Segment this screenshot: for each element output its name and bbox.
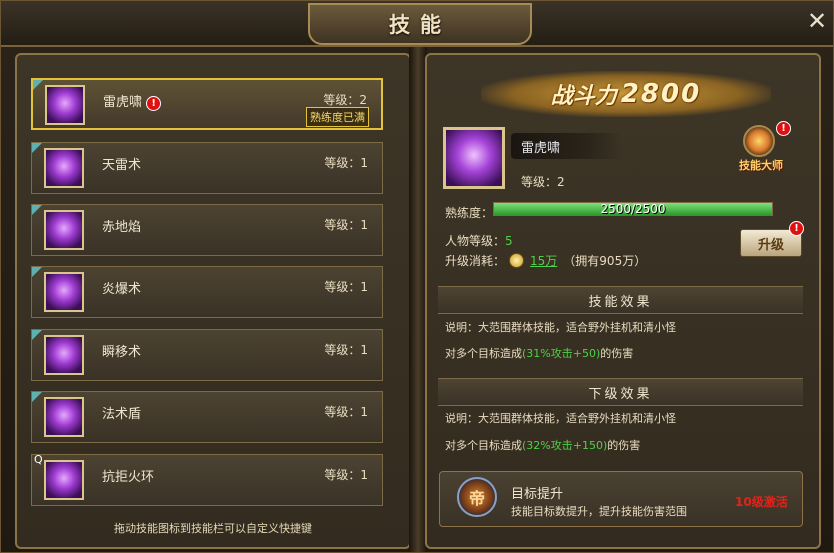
skill-master-icon	[743, 125, 775, 157]
next-effect-desc: 说明：大范围群体技能，适合野外挂机和清小怪	[445, 412, 676, 425]
current-effect-damage: 对多个目标造成(31%攻击+50)的伤害	[445, 347, 634, 360]
corner-marker	[32, 143, 42, 153]
skill-name: 瞬移术	[102, 345, 142, 360]
window-title: 技能	[389, 13, 451, 37]
corner-marker	[32, 392, 42, 402]
selected-skill-level: 等级：2	[521, 175, 565, 189]
skill-level: 等级：1	[324, 156, 368, 170]
close-button[interactable]: ✕	[803, 7, 831, 35]
proficiency-value: 2500/2500	[600, 202, 666, 216]
selected-skill-icon	[443, 127, 505, 189]
close-icon: ✕	[806, 7, 828, 35]
current-effect-header: 技能效果	[438, 286, 803, 314]
skill-master-button[interactable]: 技能大师 !	[727, 121, 795, 175]
combat-power-value: 2800	[620, 79, 702, 109]
skill-level: 等级：1	[324, 280, 368, 294]
character-level: 人物等级：5	[445, 234, 513, 248]
selected-skill-name: 雷虎啸	[521, 141, 561, 156]
skill-item-tian-lei-shu[interactable]: 天雷术 等级：1	[31, 142, 383, 194]
hotkey-label: Q	[34, 453, 43, 466]
skill-name: 雷虎啸 !	[103, 91, 162, 111]
skill-master-label: 技能大师	[739, 159, 783, 172]
next-effect-header: 下级效果	[438, 378, 803, 406]
corner-marker	[33, 80, 43, 90]
skill-name: 抗拒火环	[102, 470, 155, 485]
skill-name: 天雷术	[102, 158, 142, 173]
alert-icon: !	[789, 221, 804, 236]
target-upgrade-desc: 技能目标数提升，提升技能伤害范围	[511, 505, 687, 518]
lightning-skill-icon[interactable]	[44, 148, 84, 188]
skill-item-lei-hu-xiao[interactable]: 雷虎啸 ! 等级：2 熟练度已满	[31, 78, 383, 130]
ground-flame-skill-icon[interactable]	[44, 210, 84, 250]
combat-power-label: 战斗力	[550, 84, 617, 109]
skill-name: 法术盾	[102, 407, 142, 422]
proficiency-maxed-badge: 熟练度已满	[306, 107, 369, 127]
corner-marker	[32, 330, 42, 340]
upgrade-cost: 升级消耗： 15万 （拥有905万）	[445, 253, 647, 268]
skill-name: 炎爆术	[102, 282, 142, 297]
skill-item-fa-shu-dun[interactable]: 法术盾 等级：1	[31, 391, 383, 443]
explosion-skill-icon[interactable]	[44, 272, 84, 312]
target-upgrade-requirement: 10级激活	[735, 495, 788, 509]
drag-hint: 拖动技能图标到技能栏可以自定义快捷键	[114, 522, 312, 535]
skill-item-shun-yi-shu[interactable]: 瞬移术 等级：1	[31, 329, 383, 381]
window-header: 技能 ✕	[1, 1, 833, 47]
emperor-seal-icon: 帝	[457, 477, 497, 517]
target-upgrade-title: 目标提升	[511, 487, 564, 502]
cost-value: 15万	[530, 254, 558, 268]
skill-name: 赤地焰	[102, 220, 142, 235]
teleport-skill-icon[interactable]	[44, 335, 84, 375]
tiger-skill-icon[interactable]	[45, 85, 85, 125]
corner-marker	[32, 267, 42, 277]
skill-level: 等级：1	[324, 343, 368, 357]
combat-power-banner: 战斗力 2800	[481, 71, 771, 117]
coin-icon	[509, 253, 525, 268]
skill-item-chi-di-yan[interactable]: 赤地焰 等级：1	[31, 204, 383, 256]
skill-level: 等级：1	[324, 405, 368, 419]
proficiency-label: 熟练度：	[445, 206, 494, 220]
alert-icon: !	[146, 96, 162, 111]
skill-window: 技能 ✕ 雷虎啸 ! 等级：2 熟练度已满 天雷术 等级：1 赤地焰 等级：1 …	[0, 0, 834, 553]
current-effect-desc: 说明：大范围群体技能，适合野外挂机和清小怪	[445, 321, 676, 334]
skill-level: 等级：1	[324, 218, 368, 232]
shield-skill-icon[interactable]	[44, 397, 84, 437]
corner-marker	[32, 205, 42, 215]
fire-ring-skill-icon[interactable]	[44, 460, 84, 500]
skill-item-kang-ju-huo-huan[interactable]: Q 抗拒火环 等级：1	[31, 453, 383, 506]
skill-level: 等级：2	[323, 93, 367, 107]
title-plate: 技能	[308, 3, 532, 45]
skill-level: 等级：1	[324, 468, 368, 482]
owned-amount: （拥有905万）	[563, 254, 647, 268]
skill-item-yan-bao-shu[interactable]: 炎爆术 等级：1	[31, 266, 383, 318]
alert-icon: !	[776, 121, 791, 136]
next-effect-damage: 对多个目标造成(32%攻击+150)的伤害	[445, 439, 641, 452]
